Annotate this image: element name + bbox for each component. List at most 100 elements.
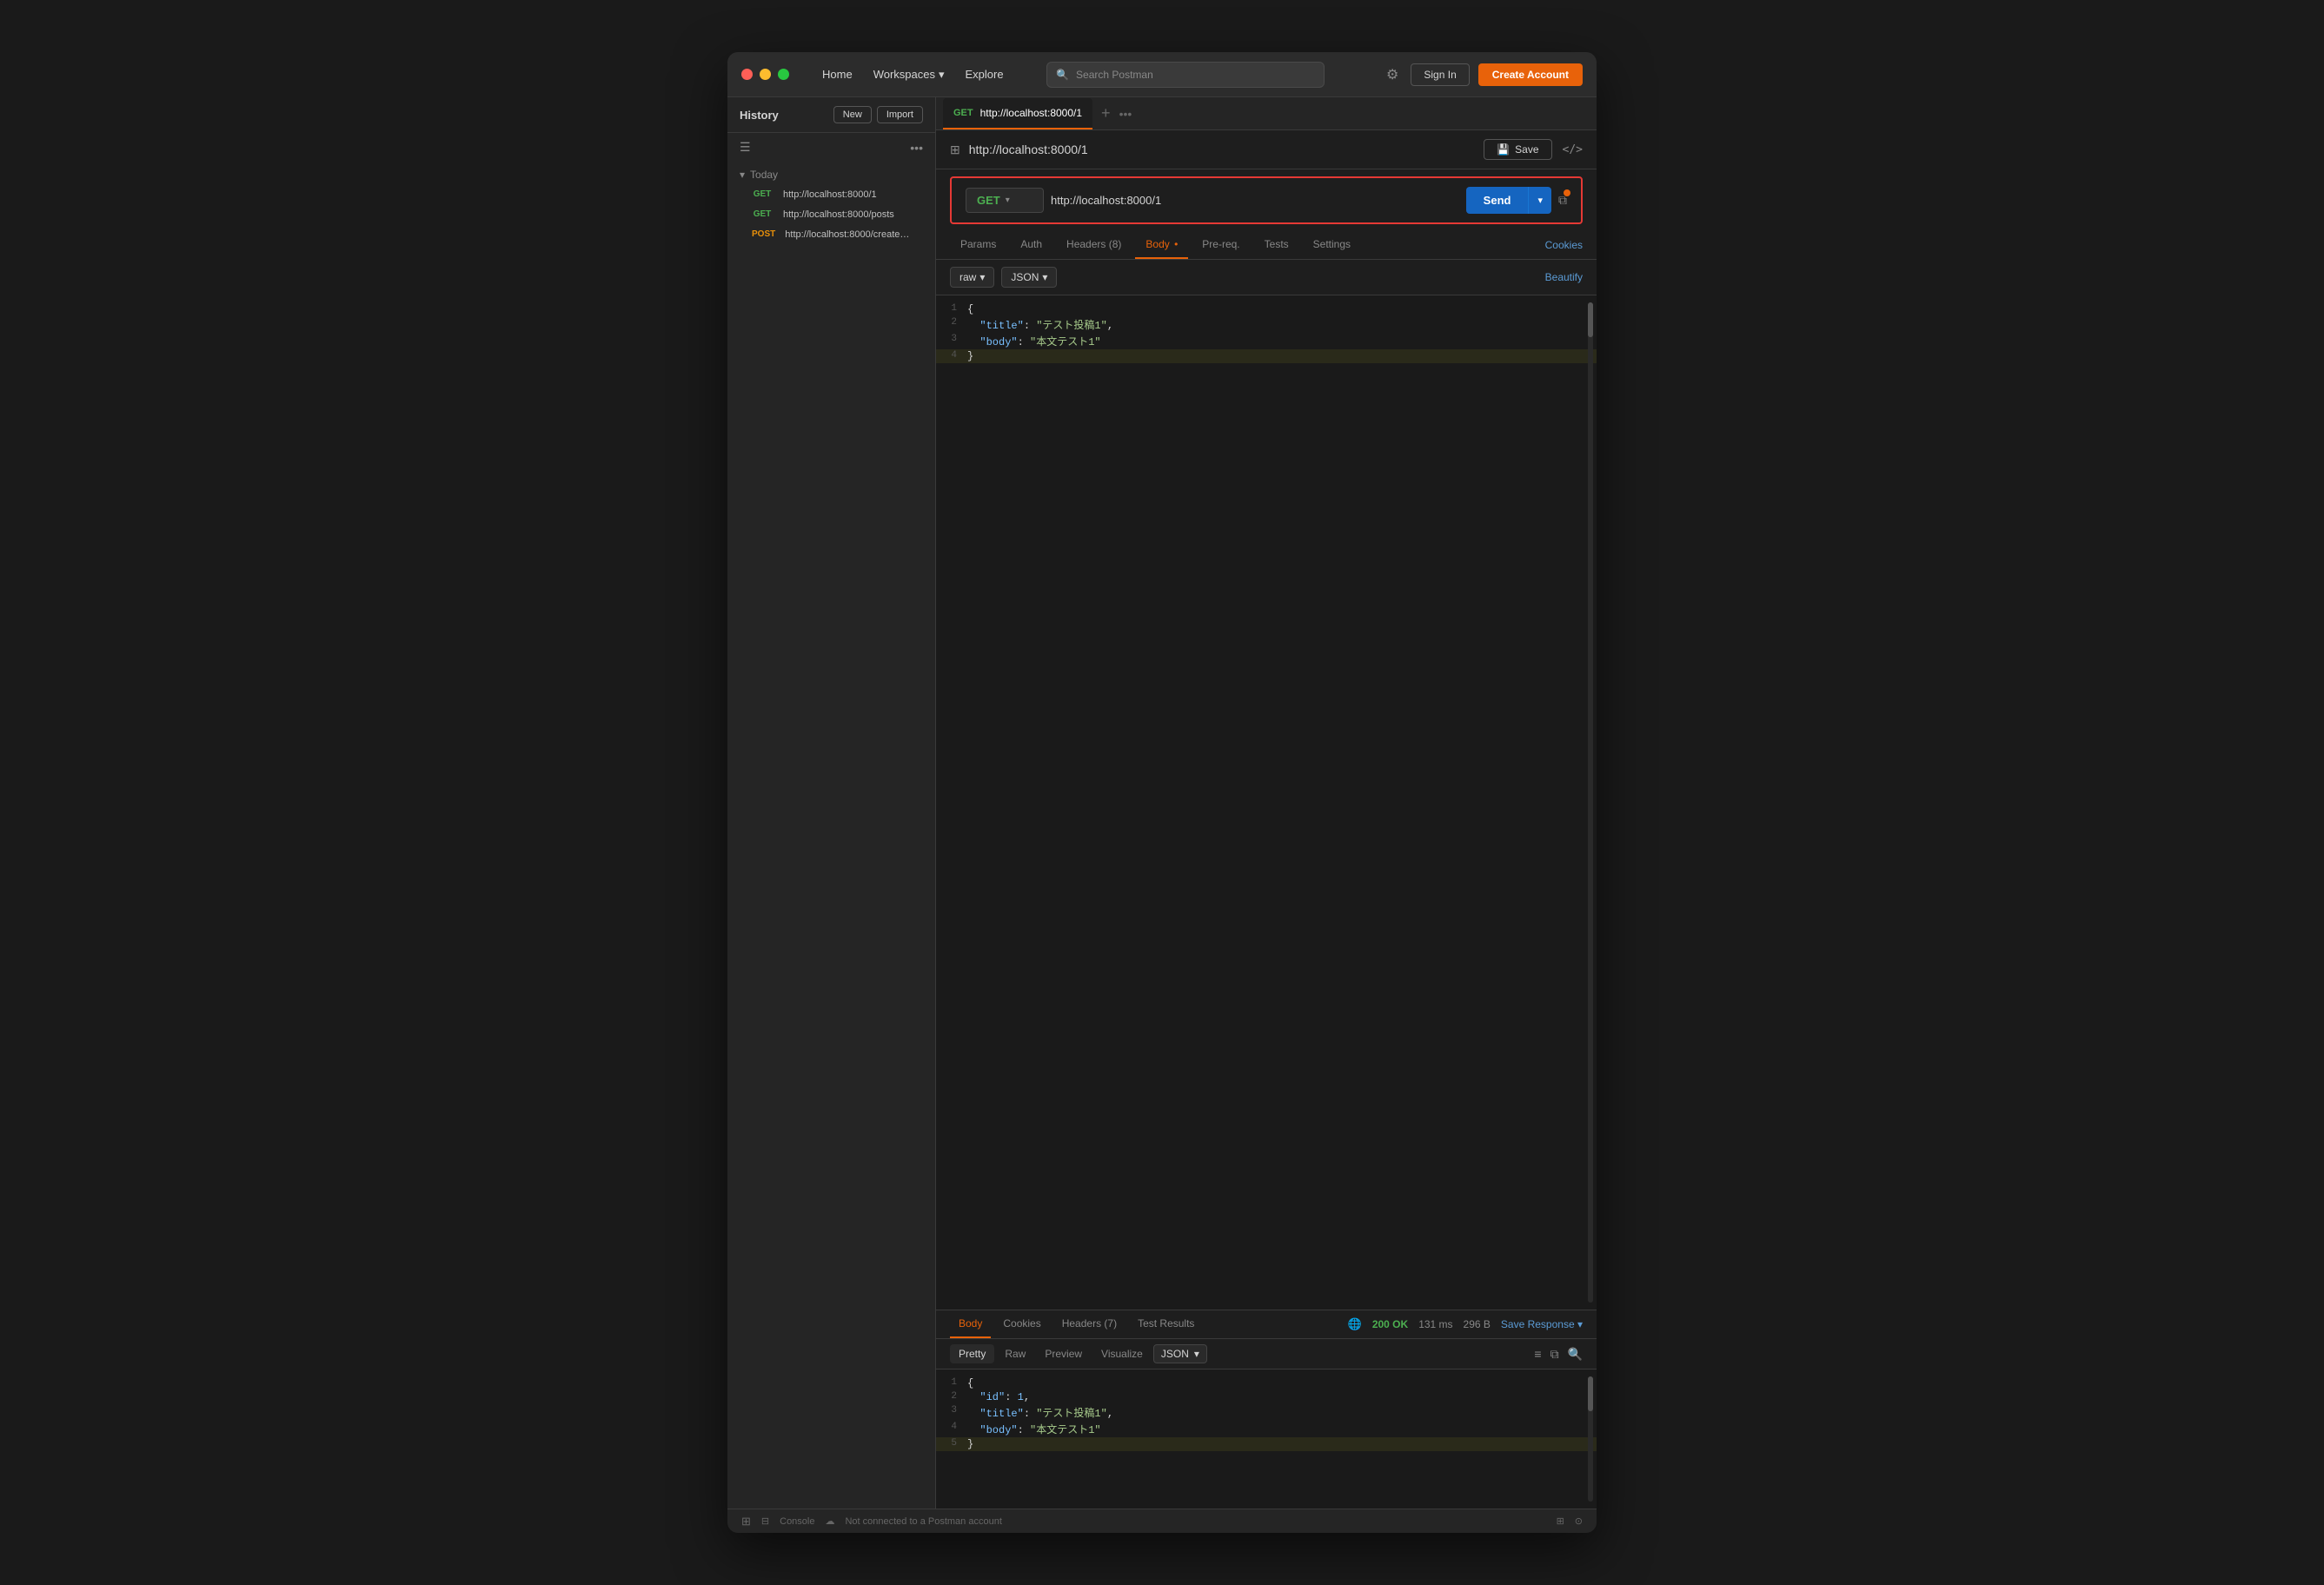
resp-tab-headers[interactable]: Headers (7): [1053, 1310, 1125, 1338]
code-line-3: 3 "body": "本文テスト1": [936, 333, 1597, 349]
req-tab-headers[interactable]: Headers (8): [1056, 231, 1132, 259]
history-section: ▾ Today GET http://localhost:8000/1 GET …: [727, 162, 935, 248]
search-response-icon[interactable]: 🔍: [1568, 1347, 1583, 1362]
response-status: 🌐 200 OK 131 ms 296 B Save Response ▾: [1348, 1317, 1583, 1331]
resp-format-pretty[interactable]: Pretty: [950, 1344, 994, 1363]
save-response-button[interactable]: Save Response ▾: [1501, 1318, 1583, 1330]
minimize-button[interactable]: [760, 69, 771, 80]
resp-code-line-5: 5 }: [936, 1437, 1597, 1451]
request-title: http://localhost:8000/1: [969, 143, 1088, 156]
item-url-1: http://localhost:8000/1: [783, 189, 877, 200]
layout-icon[interactable]: ⊞: [1557, 1515, 1564, 1527]
resp-format-selector[interactable]: JSON ▾: [1153, 1344, 1207, 1363]
sidebar-filter: ☰ •••: [727, 133, 935, 162]
titlebar: Home Workspaces ▾ Explore 🔍 Search Postm…: [727, 52, 1597, 97]
method-badge-get-2: GET: [748, 209, 776, 220]
titlebar-right: ⚙ Sign In Create Account: [1383, 63, 1583, 87]
resp-tab-cookies[interactable]: Cookies: [994, 1310, 1049, 1338]
filter-icon[interactable]: ☰: [740, 140, 751, 155]
new-button[interactable]: New: [833, 106, 872, 123]
beautify-button[interactable]: Beautify: [1545, 271, 1583, 283]
tab-more-options[interactable]: •••: [1119, 107, 1132, 121]
body-type-json[interactable]: JSON ▾: [1001, 267, 1057, 288]
response-tabs-bar: Body Cookies Headers (7) Test Results 🌐 …: [936, 1310, 1597, 1339]
req-tab-tests[interactable]: Tests: [1254, 231, 1299, 259]
method-chevron-icon: ▾: [1006, 196, 1010, 205]
item-url-3: http://localhost:8000/createPost: [785, 229, 914, 240]
new-tab-button[interactable]: +: [1094, 104, 1118, 123]
req-tab-auth[interactable]: Auth: [1010, 231, 1052, 259]
send-btn-wrapper: Send ▾: [1466, 187, 1551, 214]
resp-tab-body[interactable]: Body: [950, 1310, 991, 1338]
globe-icon: 🌐: [1348, 1317, 1362, 1331]
send-button[interactable]: Send: [1466, 187, 1529, 214]
body-format-raw[interactable]: raw ▾: [950, 267, 994, 288]
search-bar[interactable]: 🔍 Search Postman: [1046, 62, 1325, 88]
create-account-button[interactable]: Create Account: [1478, 63, 1583, 86]
url-input[interactable]: [1051, 189, 1459, 212]
save-button[interactable]: 💾 Save: [1484, 139, 1551, 160]
code-icon[interactable]: </>: [1563, 143, 1583, 156]
code-line-2: 2 "title": "テスト投稿1",: [936, 316, 1597, 333]
resp-code-line-3: 3 "title": "テスト投稿1",: [936, 1404, 1597, 1421]
history-item-2[interactable]: GET http://localhost:8000/posts: [727, 204, 935, 224]
today-section-header[interactable]: ▾ Today: [727, 165, 935, 184]
request-tabs: Params Auth Headers (8) Body • Pre-req. …: [936, 231, 1597, 260]
resp-scrollbar-track[interactable]: [1588, 1376, 1593, 1502]
settings-icon[interactable]: ⚙: [1383, 63, 1402, 87]
req-tab-body[interactable]: Body •: [1135, 231, 1188, 259]
scrollbar-track[interactable]: [1588, 302, 1593, 1303]
json-label: JSON: [1011, 271, 1039, 283]
send-dropdown-button[interactable]: ▾: [1528, 187, 1551, 214]
traffic-lights: [741, 69, 789, 80]
request-area: ⊞ http://localhost:8000/1 💾 Save </>: [936, 130, 1597, 1509]
signin-button[interactable]: Sign In: [1411, 63, 1469, 86]
copy-button[interactable]: ⧉: [1558, 193, 1567, 208]
response-time: 131 ms: [1418, 1318, 1452, 1330]
scrollbar-thumb[interactable]: [1588, 302, 1593, 337]
more-options-icon[interactable]: •••: [910, 141, 923, 155]
resp-tab-test-results[interactable]: Test Results: [1129, 1310, 1203, 1338]
history-item-1[interactable]: GET http://localhost:8000/1: [727, 184, 935, 204]
console-label[interactable]: Console: [780, 1516, 814, 1527]
nav-links: Home Workspaces ▾ Explore: [813, 64, 1013, 85]
resp-json-label: JSON: [1161, 1348, 1189, 1360]
home-nav[interactable]: Home: [813, 64, 861, 84]
wrap-lines-icon[interactable]: ≡: [1534, 1347, 1541, 1361]
cookies-link[interactable]: Cookies: [1545, 239, 1583, 251]
sidebar-toggle-icon[interactable]: ⊞: [741, 1515, 751, 1529]
item-url-2: http://localhost:8000/posts: [783, 209, 894, 220]
status-bar: ⊞ ⊟ Console ☁ Not connected to a Postman…: [727, 1509, 1597, 1533]
response-area: Body Cookies Headers (7) Test Results 🌐 …: [936, 1310, 1597, 1509]
close-button[interactable]: [741, 69, 753, 80]
console-icon[interactable]: ⊟: [761, 1515, 769, 1527]
resp-format-visualize[interactable]: Visualize: [1092, 1344, 1152, 1363]
method-selector[interactable]: GET ▾: [966, 188, 1044, 213]
request-tab-active[interactable]: GET http://localhost:8000/1: [943, 98, 1092, 129]
save-icon: 💾: [1497, 143, 1510, 156]
resp-scrollbar-thumb[interactable]: [1588, 1376, 1593, 1411]
raw-chevron-icon: ▾: [979, 271, 985, 283]
help-icon[interactable]: ⊙: [1575, 1515, 1583, 1527]
req-tab-prereq[interactable]: Pre-req.: [1192, 231, 1250, 259]
resp-actions: ≡ ⧉ 🔍: [1534, 1347, 1583, 1362]
history-item-3[interactable]: POST http://localhost:8000/createPost: [727, 224, 935, 244]
req-tab-params[interactable]: Params: [950, 231, 1006, 259]
account-status: Not connected to a Postman account: [845, 1516, 1001, 1527]
response-body-editor[interactable]: 1 { 2 "id": 1, 3 "title":: [936, 1369, 1597, 1509]
sidebar-header: History New Import: [727, 97, 935, 133]
resp-code-line-1: 1 {: [936, 1376, 1597, 1390]
import-button[interactable]: Import: [877, 106, 923, 123]
request-body-editor[interactable]: 1 { 2 "title": "テスト投稿1", 3 "body": "本文テス…: [936, 295, 1597, 1310]
resp-format-raw[interactable]: Raw: [996, 1344, 1034, 1363]
maximize-button[interactable]: [778, 69, 789, 80]
copy-response-icon[interactable]: ⧉: [1550, 1347, 1559, 1362]
content-area: GET http://localhost:8000/1 + ••• ⊞ http…: [936, 97, 1597, 1509]
sidebar-title: History: [740, 109, 779, 122]
resp-json-chevron-icon: ▾: [1194, 1348, 1199, 1360]
method-badge-post: POST: [748, 229, 778, 240]
resp-format-preview[interactable]: Preview: [1036, 1344, 1091, 1363]
req-tab-settings[interactable]: Settings: [1303, 231, 1361, 259]
workspaces-nav[interactable]: Workspaces ▾: [865, 64, 953, 85]
explore-nav[interactable]: Explore: [957, 64, 1013, 84]
